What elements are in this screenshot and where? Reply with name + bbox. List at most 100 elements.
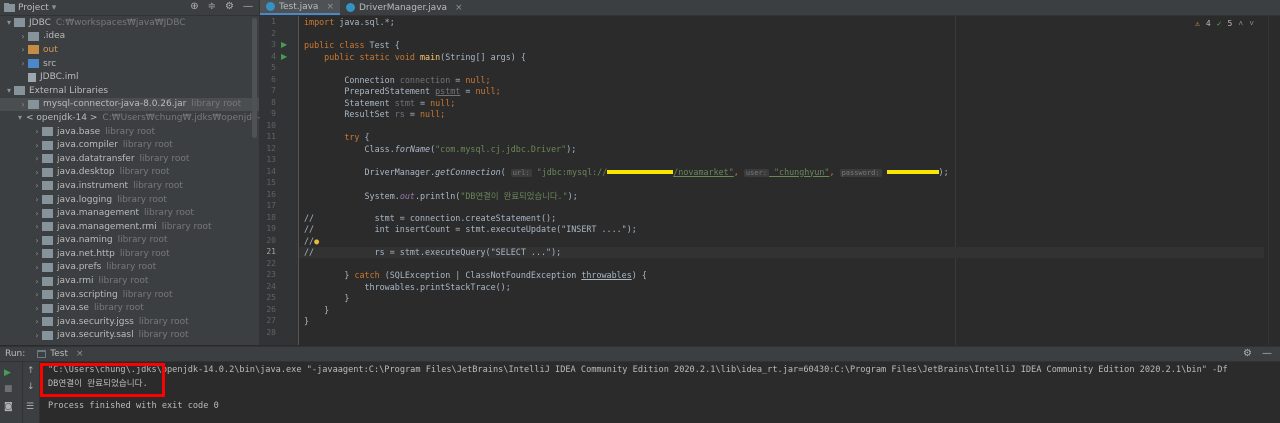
tree-item-label: java.base [57, 126, 101, 137]
inspection-widget[interactable]: ⚠ 4 ✓ 5 ˄ ˅ [1195, 19, 1254, 29]
tree-item-label: .idea [43, 31, 66, 42]
camera-icon[interactable]: ◙ [4, 402, 13, 412]
tree-item[interactable]: ▾ External Libraries [0, 84, 259, 98]
tree-item[interactable]: › .idea [0, 30, 259, 44]
tree-item[interactable]: › out [0, 43, 259, 57]
tab-test-java[interactable]: Test.java × [260, 0, 340, 15]
chevron-right-icon[interactable]: › [32, 181, 42, 190]
code-token: pstmt [435, 86, 461, 96]
jar-icon [42, 195, 53, 205]
code-token: Class. [364, 143, 395, 154]
tree-item[interactable]: › mysql-connector-java-8.0.26.jar library … [0, 97, 259, 112]
bulb-icon[interactable]: ● [314, 236, 319, 246]
tree-item-label: java.management [57, 208, 140, 219]
code-line: //● [304, 236, 319, 247]
project-scrollbar[interactable] [252, 18, 257, 138]
chevron-right-icon[interactable]: › [18, 32, 28, 41]
run-gutter-icon[interactable]: ▶ [281, 52, 287, 61]
project-panel: Project ▾ ⊕ ≑ ⚙ — ▾ JDBC C:₩workspaces₩jav… [0, 0, 289, 345]
tree-item[interactable]: › java.logging library root [0, 193, 259, 207]
arrow-up-icon[interactable]: ↑ [27, 366, 35, 376]
code-token: , [733, 166, 744, 177]
tree-item[interactable]: › src [0, 57, 259, 71]
minimize-icon[interactable]: — [1262, 348, 1272, 359]
chevron-right-icon[interactable]: › [18, 59, 28, 68]
project-view-selector[interactable]: Project ▾ [4, 3, 56, 13]
collapse-all-icon[interactable]: ≑ [208, 1, 216, 12]
close-icon[interactable]: × [455, 3, 463, 13]
tree-item[interactable]: › java.base library root [0, 125, 259, 139]
close-icon[interactable]: × [76, 349, 84, 359]
chevron-right-icon[interactable]: › [32, 127, 42, 136]
tree-item-path: library root [133, 180, 183, 191]
parameter-hint: password: [839, 168, 882, 177]
jar-icon [42, 262, 53, 272]
console-output[interactable]: "C:\Users\chung\.jdks\openjdk-14.0.2\bin… [42, 362, 1280, 423]
code-token: ; [495, 86, 501, 96]
chevron-right-icon[interactable]: › [32, 263, 42, 272]
chevron-down-icon[interactable]: ▾ [18, 113, 22, 122]
chevron-right-icon[interactable]: › [32, 209, 42, 218]
tab-run-test[interactable]: Test × [37, 349, 84, 359]
tree-item[interactable]: › java.compiler library root [0, 138, 259, 152]
run-tab-label: Test [50, 349, 69, 359]
code-token: ( [500, 166, 511, 177]
chevron-up-icon[interactable]: ˄ [1238, 19, 1243, 29]
close-icon[interactable]: × [326, 2, 334, 12]
gear-icon[interactable]: ⚙ [225, 1, 234, 12]
tree-item[interactable]: › java.naming library root [0, 234, 259, 248]
gear-icon[interactable]: ⚙ [1243, 348, 1252, 359]
code-token: out [399, 190, 415, 201]
tab-drivermanager-java[interactable]: DriverManager.java × [340, 0, 469, 15]
tree-item[interactable]: ▾ < openjdk-14 > C:₩Users₩chung₩.jdks₩open… [0, 111, 289, 125]
chevron-right-icon[interactable]: › [32, 236, 42, 245]
chevron-right-icon[interactable]: › [18, 45, 28, 54]
tree-item[interactable]: › java.net.http library root [0, 247, 259, 261]
chevron-right-icon[interactable]: › [32, 304, 42, 313]
tree-item[interactable]: › java.scripting library root [0, 288, 259, 302]
tree-item[interactable]: › java.instrument library root [0, 179, 259, 193]
chevron-right-icon[interactable]: › [32, 331, 42, 340]
tree-item-label: mysql-connector-java-8.0.26.jar [43, 99, 187, 110]
code-editor[interactable]: ⚠ 4 ✓ 5 ˄ ˅ import java.sql.*; public clas… [299, 16, 1264, 345]
chevron-down-icon[interactable]: ▾ [4, 86, 14, 95]
stop-icon[interactable]: ■ [4, 384, 13, 394]
minimize-icon[interactable]: — [243, 1, 253, 12]
chevron-right-icon[interactable]: › [32, 222, 42, 231]
chevron-right-icon[interactable]: › [32, 290, 42, 299]
line-number: 8 [271, 97, 276, 107]
line-number: 11 [266, 132, 276, 141]
chevron-right-icon[interactable]: › [18, 100, 28, 109]
tree-item[interactable]: › java.desktop library root [0, 166, 259, 180]
soft-wrap-icon[interactable]: ☰ [26, 402, 34, 412]
chevron-down-icon[interactable]: ˅ [1249, 19, 1254, 29]
code-token: = [414, 97, 431, 108]
tree-item-path: library root [161, 221, 212, 232]
chevron-right-icon[interactable]: › [32, 154, 42, 163]
tree-item[interactable]: › java.security.jgss library root [0, 315, 259, 329]
locate-icon[interactable]: ⊕ [190, 1, 198, 12]
chevron-right-icon[interactable]: › [32, 249, 42, 258]
tree-item[interactable]: › java.prefs library root [0, 261, 259, 275]
run-gutter-icon[interactable]: ▶ [281, 40, 287, 49]
tree-item[interactable]: › java.datatransfer library root [0, 152, 259, 166]
rerun-icon[interactable]: ▶ [4, 368, 11, 378]
tree-item[interactable]: › java.management.rmi library root [0, 220, 259, 234]
tree-item[interactable]: › java.se library root [0, 301, 259, 315]
chevron-right-icon[interactable]: › [32, 195, 42, 204]
tree-item[interactable]: › java.security.sasl library root [0, 329, 259, 343]
tree-item[interactable]: ▾ JDBC C:₩workspaces₩java₩JDBC [0, 16, 259, 30]
chevron-right-icon[interactable]: › [32, 277, 42, 286]
chevron-down-icon[interactable]: ▾ [4, 18, 14, 27]
editor-scrollbar[interactable] [1268, 16, 1280, 345]
line-number: 27 [266, 316, 276, 325]
jar-icon [42, 140, 53, 150]
tree-item[interactable]: › java.management library root [0, 206, 259, 220]
arrow-down-icon[interactable]: ↓ [27, 382, 35, 392]
chevron-right-icon[interactable]: › [32, 168, 42, 177]
chevron-right-icon[interactable]: › [32, 141, 42, 150]
tree-item[interactable]: › java.rmi library root [0, 274, 259, 288]
line-number: 14 [266, 166, 276, 176]
tree-item[interactable]: JDBC.iml [0, 70, 259, 84]
chevron-right-icon[interactable]: › [32, 317, 42, 326]
